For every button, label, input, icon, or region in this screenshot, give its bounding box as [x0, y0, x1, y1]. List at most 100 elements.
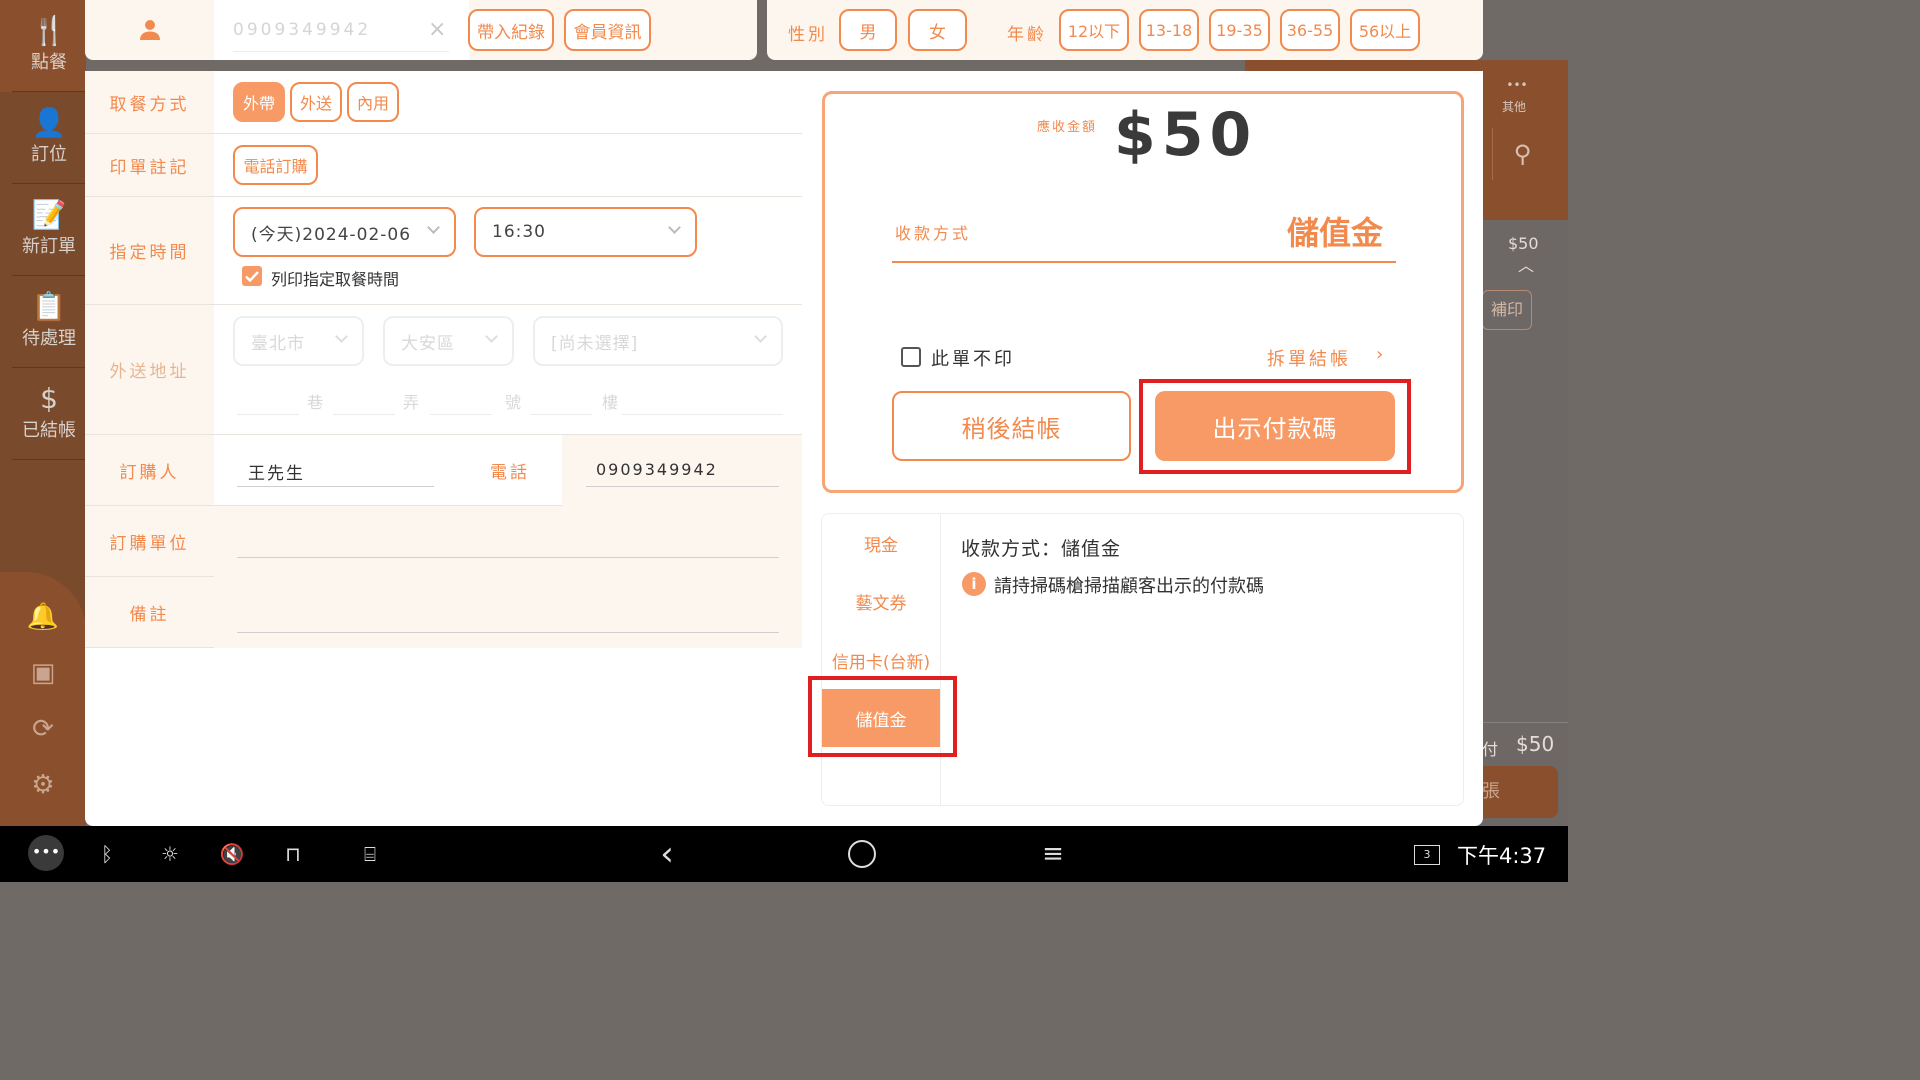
phone-value: 0909349942 — [596, 460, 718, 479]
pickup-delivery-button[interactable]: 外送 — [290, 82, 342, 122]
scheduled-time-label: 指定時間 — [85, 197, 214, 304]
gender-label: 性別 — [788, 25, 828, 45]
order-unit-input[interactable] — [237, 524, 779, 558]
payment-summary-card: 應收金額 $50 收款方式 儲值金 此單不印 拆單結帳 › 稍後結帳 出示付款碼 — [822, 91, 1464, 493]
background-sidebar-tools: 🔔 ▣ ⟳ ⚙ — [0, 572, 86, 826]
date-select[interactable]: (今天)2024-02-06 — [233, 207, 456, 257]
age-label: 年齡 — [1007, 25, 1047, 45]
age-13-18-button[interactable]: 13-18 — [1139, 9, 1199, 51]
note-label: 備註 — [85, 577, 214, 647]
print-time-checkbox[interactable] — [242, 266, 262, 286]
ethernet-icon[interactable]: ⊓ — [278, 840, 308, 868]
lane-input[interactable] — [237, 385, 299, 415]
district-select[interactable]: 大安區 — [383, 316, 514, 366]
member-person-icon — [85, 0, 214, 60]
sync-icon[interactable]: ⟳ — [26, 714, 60, 748]
method-culture-voucher-tab[interactable]: 藝文券 — [822, 572, 940, 630]
method-divider — [940, 514, 941, 805]
no-print-checkbox[interactable] — [901, 347, 921, 367]
cash-drawer-icon[interactable]: ▣ — [26, 658, 60, 692]
no-print-label: 此單不印 — [931, 349, 1015, 370]
system-nav-bar: ••• ᛒ ☼ 🔇 ⊓ ⌸ ‹ ≡ 3 下午4:37 — [0, 826, 1568, 882]
presentation-icon[interactable]: ⌸ — [355, 840, 385, 868]
bg-more-icon[interactable]: ••• — [1502, 78, 1532, 92]
city-select[interactable]: 臺北市 — [233, 316, 364, 366]
pickup-dine-in-button[interactable]: 內用 — [347, 82, 399, 122]
gear-icon[interactable]: ⚙ — [26, 770, 60, 804]
bg-total-label: 付 — [1482, 740, 1499, 759]
chevron-down-icon — [668, 221, 681, 234]
brightness-icon[interactable]: ☼ — [155, 840, 185, 868]
pickup-label: 取餐方式 — [85, 71, 214, 133]
volume-mute-icon[interactable]: 🔇 — [217, 840, 247, 868]
print-note-row: 印單註記 電話訂購 — [85, 134, 802, 197]
chevron-down-icon — [485, 330, 498, 343]
payment-method-panel: 現金 藝文券 信用卡(台新) 儲值金 收款方式：儲值金 i 請持掃碼槍掃描顧客出… — [821, 513, 1464, 806]
bg-reprint-button[interactable]: 補印 — [1482, 290, 1532, 330]
time-select[interactable]: 16:30 — [474, 207, 697, 257]
print-note-label: 印單註記 — [85, 134, 214, 196]
age-36-55-button[interactable]: 36-55 — [1280, 9, 1340, 51]
bg-nav-order[interactable]: 🍴 點餐 — [12, 0, 86, 92]
screen-badge-icon[interactable]: 3 — [1414, 845, 1440, 865]
note-input[interactable] — [237, 595, 779, 633]
method-detail-title: 收款方式：儲值金 — [961, 538, 1122, 560]
highlight-show-payment-code — [1139, 379, 1411, 474]
method-detail-info: 請持掃碼槍掃描顧客出示的付款碼 — [994, 576, 1264, 597]
chevron-down-icon — [754, 330, 767, 343]
bg-nav-pending[interactable]: 📋 待處理 — [12, 276, 86, 368]
pay-later-button[interactable]: 稍後結帳 — [892, 391, 1131, 461]
method-cash-tab[interactable]: 現金 — [822, 514, 940, 572]
number-label: 號 — [505, 393, 522, 412]
member-header: 0909349942 × 帶入紀錄 會員資訊 — [85, 0, 757, 60]
amount-due-value: $50 — [1114, 100, 1258, 170]
clear-icon[interactable]: × — [428, 17, 446, 42]
clock: 下午4:37 — [1457, 844, 1547, 868]
import-record-button[interactable]: 帶入紀錄 — [468, 9, 554, 51]
highlight-stored-value-tab — [808, 676, 957, 757]
lane-label: 巷 — [307, 393, 324, 412]
back-icon[interactable]: ‹ — [652, 837, 682, 871]
more-apps-icon[interactable]: ••• — [28, 835, 64, 871]
bg-other-label: 其他 — [1502, 100, 1527, 114]
address-extra-input[interactable] — [622, 385, 783, 415]
split-bill-link[interactable]: 拆單結帳 — [1267, 345, 1351, 371]
gender-male-button[interactable]: 男 — [839, 9, 897, 51]
dollar-icon: $ — [40, 382, 58, 415]
payment-method-label: 收款方式 — [895, 224, 972, 243]
bg-checkout-button[interactable]: 張 — [1470, 766, 1558, 818]
road-select[interactable]: [尚未選擇] — [533, 316, 783, 366]
bg-nav-reservation[interactable]: 👤 訂位 — [12, 92, 86, 184]
bg-nav-paid[interactable]: $ 已結帳 — [12, 368, 86, 460]
age-19-35-button[interactable]: 19-35 — [1209, 9, 1270, 51]
bg-search-icon[interactable]: ⚲ — [1492, 128, 1552, 180]
phone-order-tag-button[interactable]: 電話訂購 — [233, 145, 318, 185]
number-input[interactable] — [430, 385, 492, 415]
member-phone-input[interactable]: 0909349942 — [233, 20, 449, 52]
age-under-12-button[interactable]: 12以下 — [1059, 9, 1129, 51]
edit-note-icon: 📝 — [31, 198, 67, 231]
checkout-modal: 取餐方式 外帶 外送 內用 印單註記 電話訂購 指定時間 (今天)2024-02… — [85, 71, 1483, 826]
chevron-right-icon[interactable]: › — [1376, 344, 1383, 365]
customer-profile-header: 性別 男 女 年齡 12以下 13-18 19-35 36-55 56以上 — [767, 0, 1483, 60]
home-icon[interactable] — [848, 840, 876, 868]
alley-label: 弄 — [403, 393, 420, 412]
chevron-down-icon — [335, 330, 348, 343]
gender-female-button[interactable]: 女 — [908, 9, 967, 51]
floor-input[interactable] — [530, 385, 592, 415]
bell-icon[interactable]: 🔔 — [26, 602, 60, 636]
fork-knife-icon: 🍴 — [31, 14, 67, 47]
clipboard-icon: 📋 — [31, 290, 67, 323]
bg-nav-new-order[interactable]: 📝 新訂單 — [12, 184, 86, 276]
bluetooth-icon[interactable]: ᛒ — [92, 840, 122, 868]
age-over-56-button[interactable]: 56以上 — [1350, 9, 1420, 51]
pickup-takeout-button[interactable]: 外帶 — [233, 82, 285, 122]
bg-chevron-up-icon[interactable]: ︿ — [1518, 252, 1534, 276]
alley-input[interactable] — [333, 385, 395, 415]
menu-icon[interactable]: ≡ — [1038, 840, 1068, 868]
order-unit-label: 訂購單位 — [85, 506, 214, 576]
person-icon: 👤 — [31, 106, 67, 139]
payment-method-underline — [892, 261, 1396, 263]
orderer-label: 訂購人 — [85, 435, 214, 505]
member-info-button[interactable]: 會員資訊 — [564, 9, 651, 51]
